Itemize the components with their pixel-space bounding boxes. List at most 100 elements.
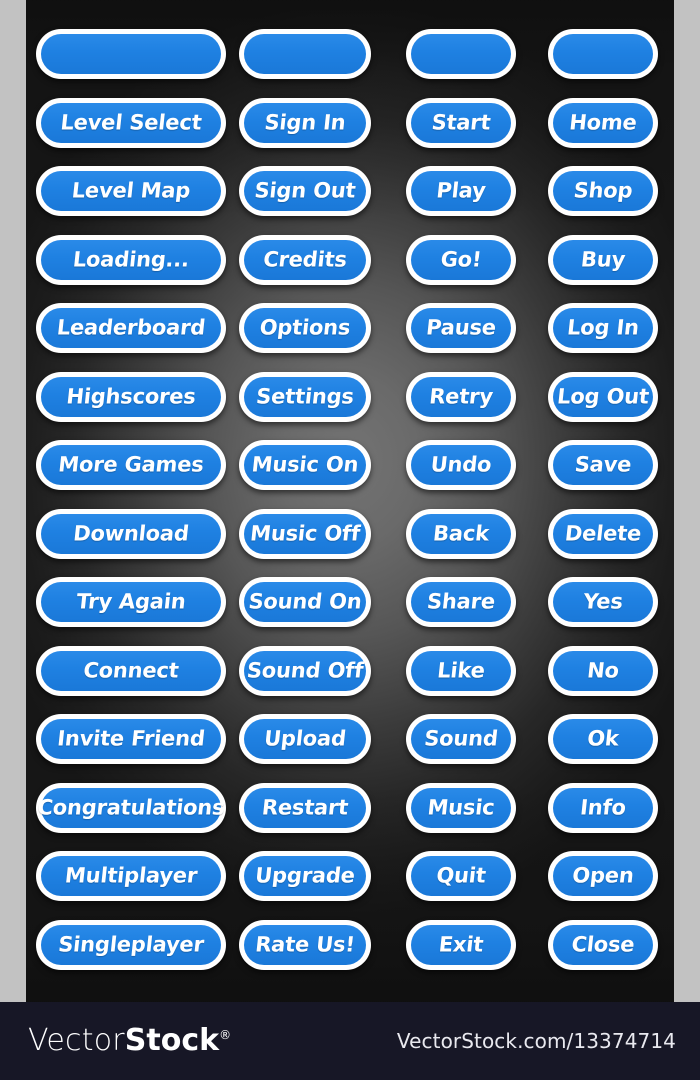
button-slot: Shop <box>548 166 658 216</box>
button-sign-in[interactable]: Sign In <box>239 97 371 148</box>
button-slot: Download <box>36 508 226 559</box>
button-label: Multiplayer <box>63 863 199 888</box>
button-exit[interactable]: Exit <box>406 919 516 970</box>
button-slot: Connect <box>36 645 226 696</box>
button-options[interactable]: Options <box>239 303 371 353</box>
button-slot: Yes <box>548 577 658 627</box>
vectorstock-logo: VectorStock® <box>28 1026 231 1056</box>
button-slot: Open <box>548 851 658 901</box>
button-label: Sound <box>423 726 500 751</box>
button-label: Upgrade <box>254 863 357 888</box>
button-quit[interactable]: Quit <box>406 851 516 901</box>
button-level-map[interactable]: Level Map <box>36 166 226 216</box>
button-label: Upload <box>262 726 348 751</box>
button-slot: Retry <box>406 371 516 422</box>
button-more-games[interactable]: More Games <box>36 440 226 490</box>
button-slot: Quit <box>406 851 516 901</box>
button-music-off[interactable]: Music Off <box>239 508 371 559</box>
button-delete[interactable]: Delete <box>548 508 658 559</box>
button-go[interactable]: Go! <box>406 234 516 285</box>
button-slot: Music Off <box>239 508 371 559</box>
button-close[interactable]: Close <box>548 919 658 970</box>
button-slot: Sound On <box>239 577 371 627</box>
screenshot-canvas: Level Select Level Map Loading... Leaderboa… <box>0 0 700 1080</box>
button-open[interactable]: Open <box>548 851 658 901</box>
button-slot: Close <box>548 919 658 970</box>
button-upgrade[interactable]: Upgrade <box>239 851 371 901</box>
button-slot: Restart <box>239 782 371 833</box>
button-slot: Delete <box>548 508 658 559</box>
button-buy[interactable]: Buy <box>548 234 658 285</box>
button-slot: Multiplayer <box>36 851 226 901</box>
button-face <box>41 34 221 74</box>
button-label: No <box>585 658 621 682</box>
button-slot: Buy <box>548 234 658 285</box>
button-loading[interactable]: Loading... <box>36 234 226 285</box>
button-start[interactable]: Start <box>406 97 516 148</box>
button-settings[interactable]: Settings <box>239 371 371 422</box>
button-home[interactable]: Home <box>548 97 658 148</box>
button-no[interactable]: No <box>548 645 658 696</box>
button-slot: More Games <box>36 440 226 490</box>
button-face <box>244 34 366 74</box>
button-play[interactable]: Play <box>406 166 516 216</box>
button-slot: Upload <box>239 714 371 764</box>
button-ok[interactable]: Ok <box>548 714 658 764</box>
button-label: Credits <box>262 247 349 271</box>
button-highscores[interactable]: Highscores <box>36 371 226 422</box>
button-upload[interactable]: Upload <box>239 714 371 764</box>
button-sound[interactable]: Sound <box>406 714 516 764</box>
button-slot: Loading... <box>36 234 226 285</box>
button-share[interactable]: Share <box>406 577 516 627</box>
button-label: Singleplayer <box>57 932 206 956</box>
button-log-in[interactable]: Log In <box>548 303 658 353</box>
button-music[interactable]: Music <box>406 782 516 833</box>
logo-text-light: Vector <box>28 1023 125 1058</box>
button-credits[interactable]: Credits <box>239 234 371 285</box>
button-label: Restart <box>260 795 350 819</box>
button-slot: Music On <box>239 440 371 490</box>
button-slot: Like <box>406 645 516 696</box>
button-retry[interactable]: Retry <box>406 371 516 422</box>
button-blank[interactable] <box>548 29 658 79</box>
button-sound-on[interactable]: Sound On <box>239 577 371 627</box>
button-shop[interactable]: Shop <box>548 166 658 216</box>
button-label: Music On <box>250 452 360 477</box>
button-back[interactable]: Back <box>406 508 516 559</box>
button-log-out[interactable]: Log Out <box>548 371 658 422</box>
button-blank[interactable] <box>36 29 226 79</box>
button-level-select[interactable]: Level Select <box>36 97 226 148</box>
button-sound-off[interactable]: Sound Off <box>239 645 371 696</box>
button-blank[interactable] <box>239 29 371 79</box>
button-connect[interactable]: Connect <box>36 645 226 696</box>
button-sign-out[interactable]: Sign Out <box>239 166 371 216</box>
button-like[interactable]: Like <box>406 645 516 696</box>
button-singleplayer[interactable]: Singleplayer <box>36 919 226 970</box>
button-invite-friend[interactable]: Invite Friend <box>36 714 226 764</box>
button-yes[interactable]: Yes <box>548 577 658 627</box>
button-undo[interactable]: Undo <box>406 440 516 490</box>
button-multiplayer[interactable]: Multiplayer <box>36 851 226 901</box>
button-music-on[interactable]: Music On <box>239 440 371 490</box>
button-label: Buy <box>579 247 627 271</box>
button-slot <box>548 29 658 79</box>
button-rate-us[interactable]: Rate Us! <box>239 919 371 970</box>
button-blank[interactable] <box>406 29 516 79</box>
button-pause[interactable]: Pause <box>406 303 516 353</box>
button-label: Ok <box>586 726 621 751</box>
button-slot: Info <box>548 782 658 833</box>
button-congratulations[interactable]: Congratulations <box>36 782 226 833</box>
button-slot <box>239 29 371 79</box>
button-leaderboard[interactable]: Leaderboard <box>36 303 226 353</box>
button-label: Go! <box>439 247 483 271</box>
button-download[interactable]: Download <box>36 508 226 559</box>
button-label: Save <box>573 452 633 477</box>
button-slot: No <box>548 645 658 696</box>
button-info[interactable]: Info <box>548 782 658 833</box>
button-save[interactable]: Save <box>548 440 658 490</box>
button-label: Quit <box>435 863 487 888</box>
button-label: Rate Us! <box>254 932 357 956</box>
button-restart[interactable]: Restart <box>239 782 371 833</box>
button-try-again[interactable]: Try Again <box>36 577 226 627</box>
button-label: Log Out <box>555 384 651 408</box>
